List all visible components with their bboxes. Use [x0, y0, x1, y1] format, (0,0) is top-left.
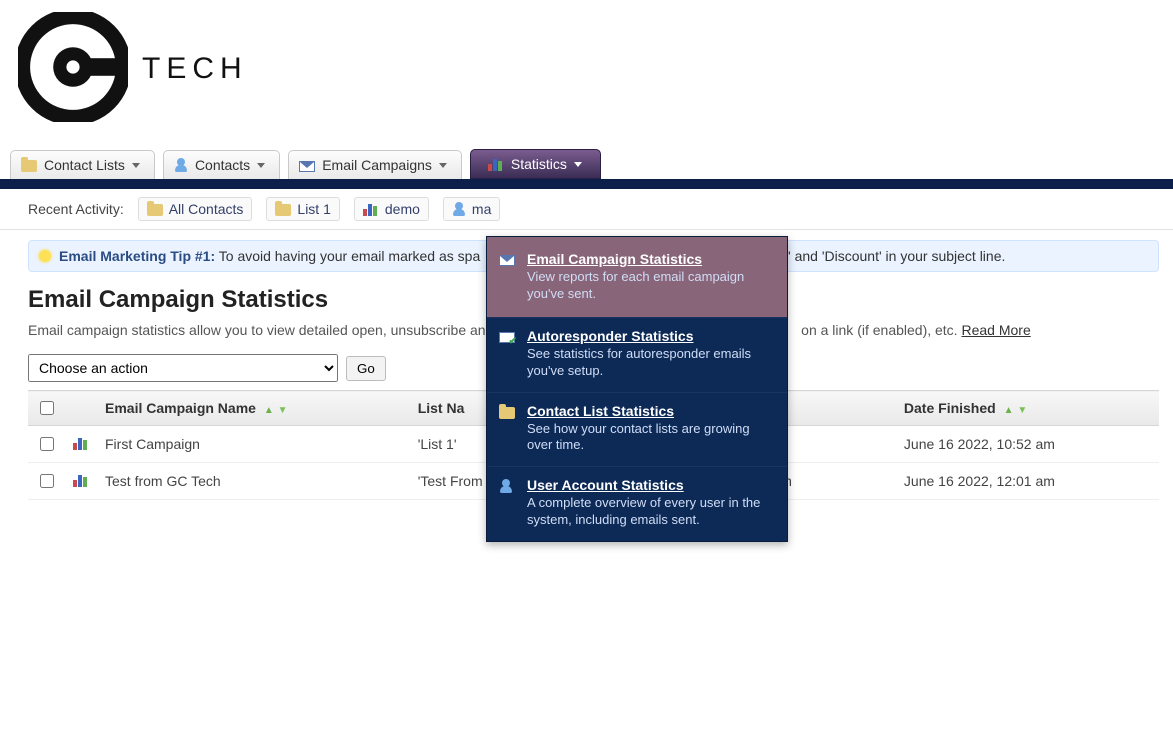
- recent-item-label: All Contacts: [169, 201, 244, 217]
- tab-statistics[interactable]: Statistics: [470, 149, 601, 179]
- statistics-dropdown: Email Campaign Statistics View reports f…: [486, 236, 788, 542]
- menu-title: Contact List Statistics: [527, 403, 775, 419]
- cell-name[interactable]: First Campaign: [97, 426, 410, 463]
- folder-icon: [21, 160, 37, 172]
- envelope-check-icon: [499, 332, 515, 343]
- recent-activity-label: Recent Activity:: [28, 201, 124, 217]
- menu-description: A complete overview of every user in the…: [527, 495, 775, 529]
- logo-icon: [18, 12, 128, 125]
- main-nav: Contact Lists Contacts Email Campaigns S…: [0, 149, 1173, 179]
- menu-contact-list-statistics[interactable]: Contact List Statistics See how your con…: [487, 392, 787, 467]
- cell-finished: June 16 2022, 12:01 am: [896, 463, 1159, 500]
- row-checkbox[interactable]: [40, 474, 54, 488]
- menu-autoresponder-statistics[interactable]: Autoresponder Statistics See statistics …: [487, 317, 787, 392]
- recent-item-all-contacts[interactable]: All Contacts: [138, 197, 253, 221]
- tip-prefix: Email Marketing Tip #1:: [59, 248, 215, 264]
- recent-item-demo[interactable]: demo: [354, 197, 429, 221]
- select-all-checkbox[interactable]: [40, 401, 54, 415]
- tip-text-after: ' and 'Discount' in your subject line.: [788, 248, 1005, 264]
- tab-email-campaigns[interactable]: Email Campaigns: [288, 150, 462, 179]
- page-desc-after: on a link (if enabled), etc.: [801, 322, 957, 338]
- menu-description: See how your contact lists are growing o…: [527, 421, 775, 455]
- recent-item-label: List 1: [297, 201, 330, 217]
- menu-email-campaign-statistics[interactable]: Email Campaign Statistics View reports f…: [487, 237, 787, 317]
- cell-finished: June 16 2022, 10:52 am: [896, 426, 1159, 463]
- menu-title: User Account Statistics: [527, 477, 775, 493]
- row-checkbox[interactable]: [40, 437, 54, 451]
- chevron-down-icon: [574, 162, 582, 167]
- chevron-down-icon: [439, 163, 447, 168]
- bar-chart-icon: [363, 202, 379, 216]
- sort-icons: ▲ ▼: [264, 400, 288, 416]
- bulk-action-select[interactable]: Choose an action: [28, 354, 338, 382]
- folder-icon: [275, 204, 291, 216]
- go-button[interactable]: Go: [346, 356, 386, 381]
- sort-icons: ▲ ▼: [1004, 400, 1028, 416]
- person-icon: [174, 158, 188, 172]
- menu-title: Autoresponder Statistics: [527, 328, 775, 344]
- tab-label: Statistics: [511, 156, 567, 172]
- bar-chart-icon: [73, 436, 89, 450]
- envelope-icon: [499, 255, 515, 266]
- chevron-down-icon: [132, 163, 140, 168]
- menu-user-account-statistics[interactable]: User Account Statistics A complete overv…: [487, 466, 787, 541]
- chevron-down-icon: [257, 163, 265, 168]
- recent-activity-bar: Recent Activity: All Contacts List 1 dem…: [0, 189, 1173, 230]
- person-icon: [499, 479, 513, 493]
- recent-item-list1[interactable]: List 1: [266, 197, 339, 221]
- tab-contacts[interactable]: Contacts: [163, 150, 280, 179]
- tab-label: Email Campaigns: [322, 157, 432, 173]
- tab-label: Contact Lists: [44, 157, 125, 173]
- cell-name[interactable]: Test from GC Tech: [97, 463, 410, 500]
- bar-chart-icon: [73, 473, 89, 487]
- envelope-icon: [299, 161, 315, 172]
- folder-icon: [499, 407, 515, 419]
- light-bulb-icon: [39, 250, 51, 262]
- person-icon: [452, 202, 466, 216]
- folder-icon: [147, 204, 163, 216]
- tab-contact-lists[interactable]: Contact Lists: [10, 150, 155, 179]
- col-name[interactable]: Email Campaign Name ▲ ▼: [97, 391, 410, 426]
- recent-item-label: ma: [472, 201, 491, 217]
- col-finished[interactable]: Date Finished ▲ ▼: [896, 391, 1159, 426]
- read-more-link[interactable]: Read More: [961, 322, 1030, 338]
- logo-area: TECH: [0, 0, 1173, 143]
- menu-title: Email Campaign Statistics: [527, 251, 775, 267]
- logo-text: TECH: [142, 52, 248, 86]
- nav-strip: [0, 179, 1173, 189]
- tip-text-before: To avoid having your email marked as spa: [219, 248, 480, 264]
- recent-item-label: demo: [385, 201, 420, 217]
- menu-description: View reports for each email campaign you…: [527, 269, 775, 303]
- bar-chart-icon: [488, 157, 504, 171]
- page-desc-before: Email campaign statistics allow you to v…: [28, 322, 493, 338]
- tab-label: Contacts: [195, 157, 250, 173]
- menu-description: See statistics for autoresponder emails …: [527, 346, 775, 380]
- recent-item-ma[interactable]: ma: [443, 197, 500, 221]
